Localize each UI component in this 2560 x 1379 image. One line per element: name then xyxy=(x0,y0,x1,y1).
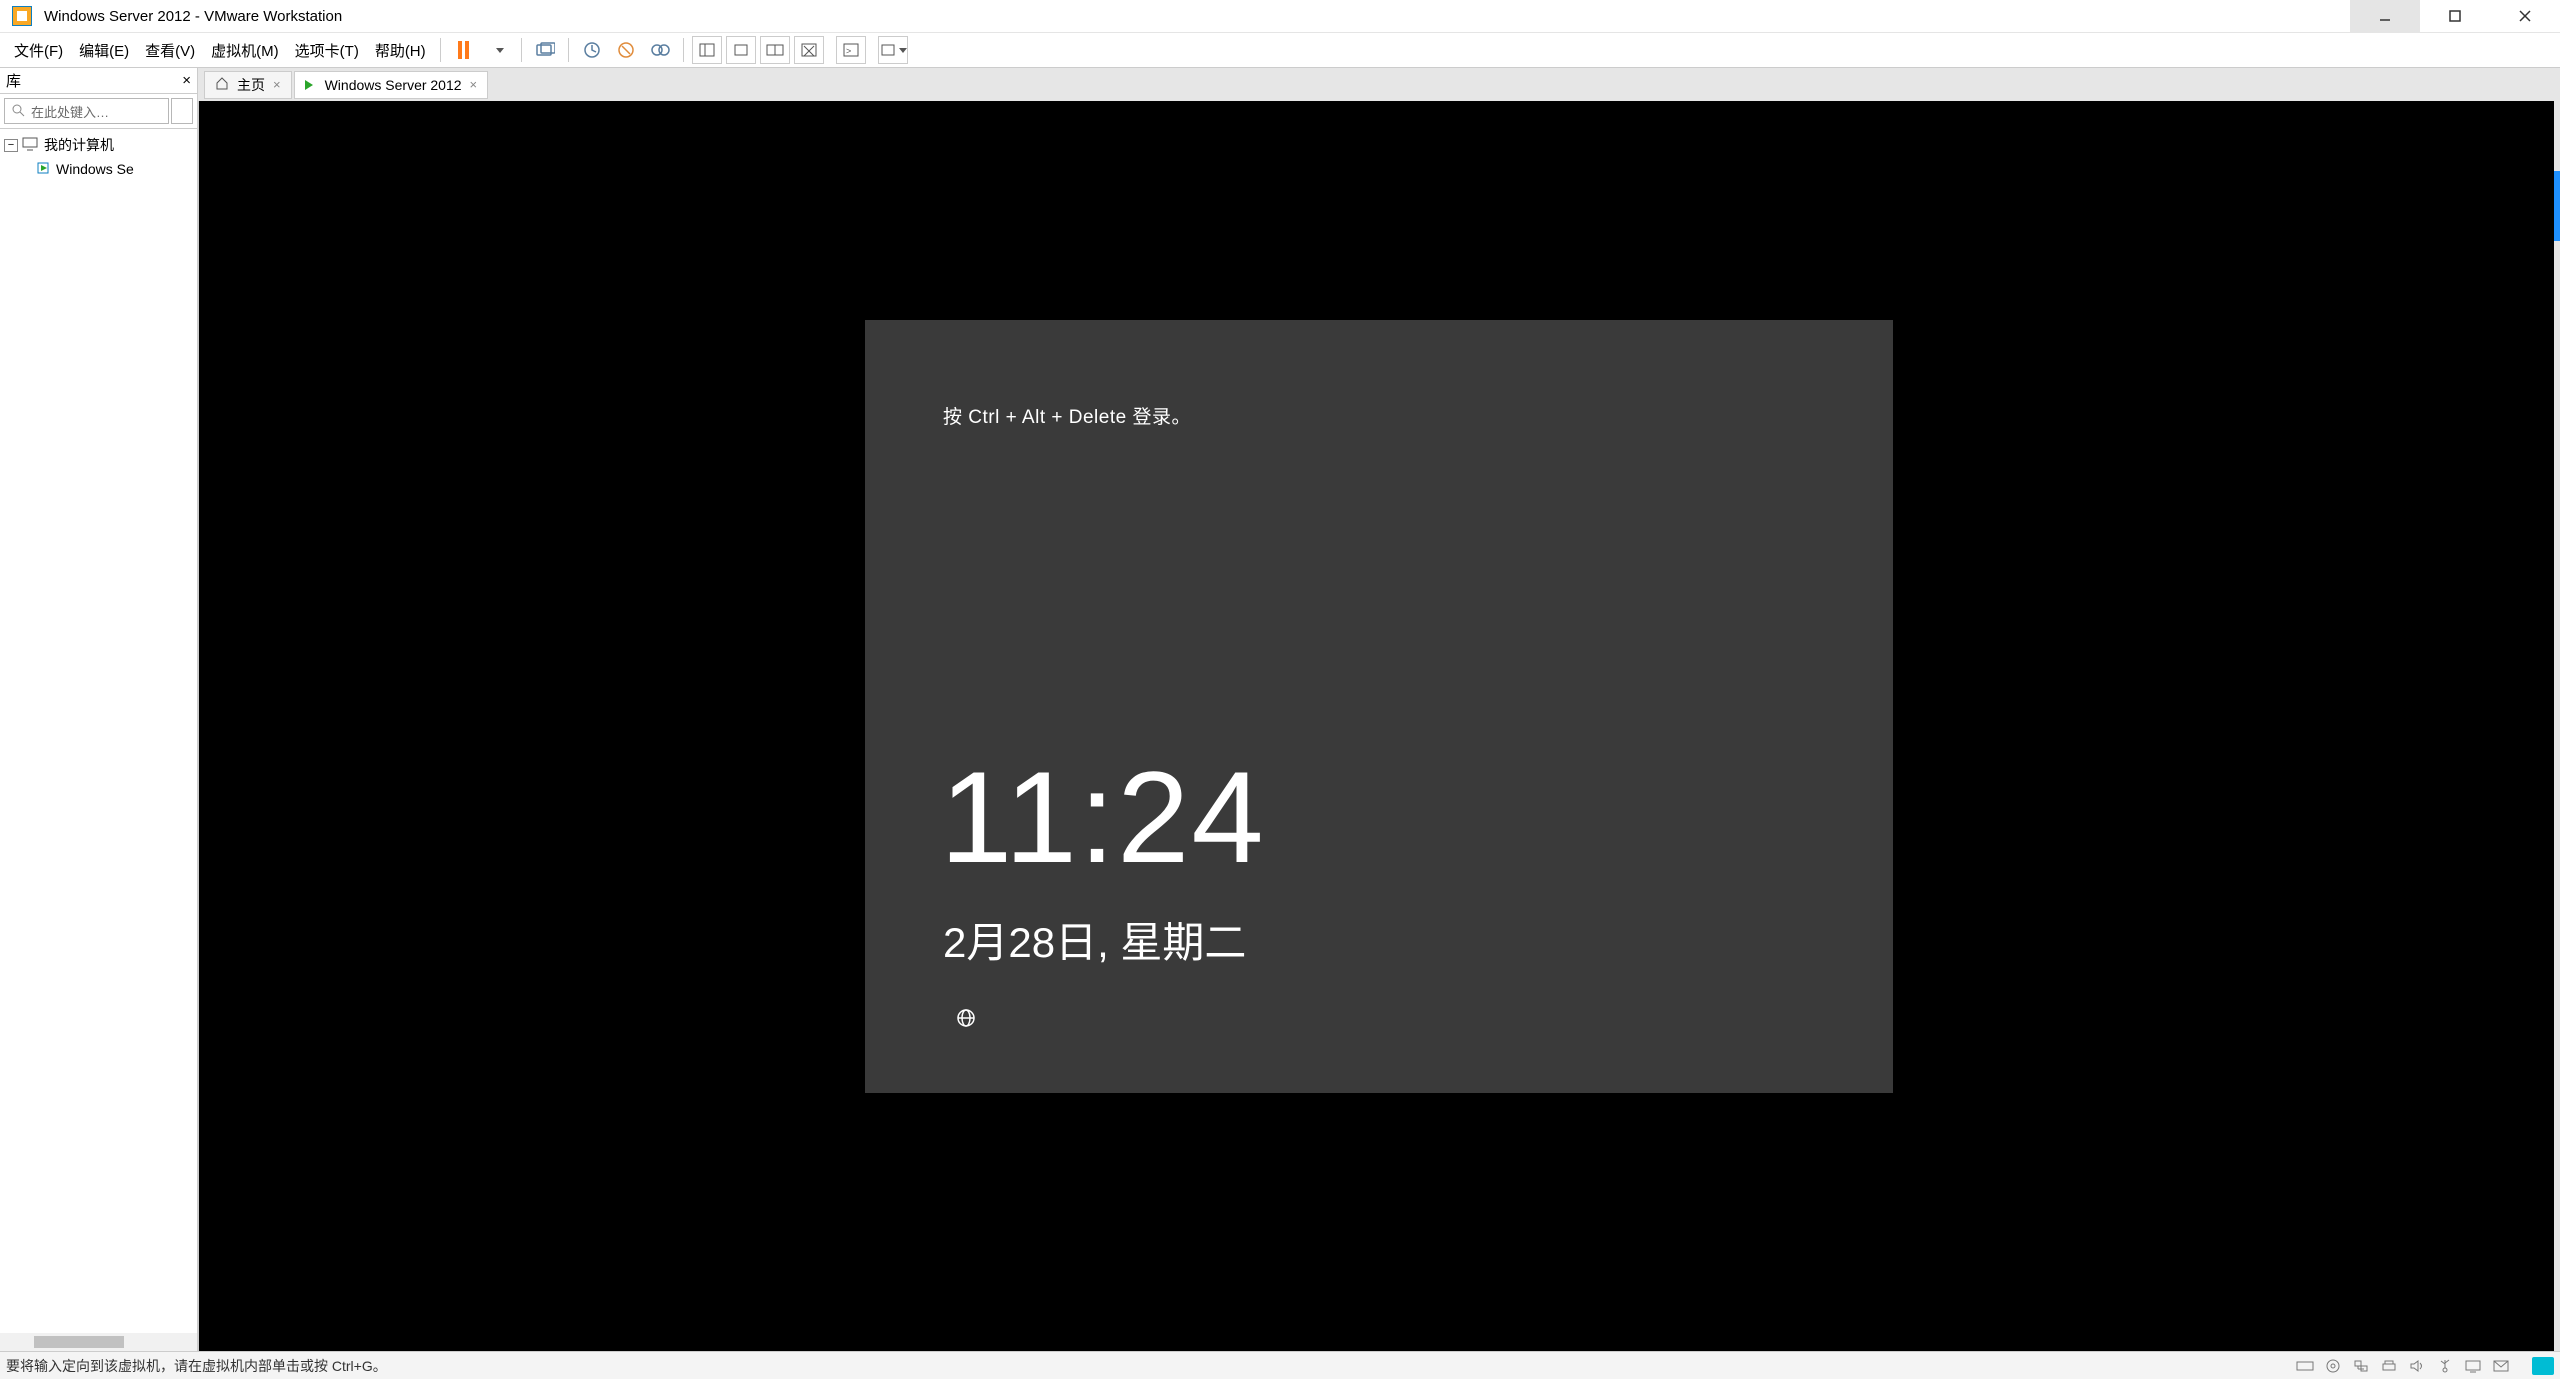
search-input[interactable]: 在此处键入… xyxy=(4,98,169,124)
console-button[interactable]: >_ xyxy=(836,36,866,64)
tree-root-label: 我的计算机 xyxy=(44,135,114,155)
status-printer-icon[interactable] xyxy=(2378,1357,2400,1375)
app-icon xyxy=(12,6,32,26)
tab-home[interactable]: 主页 × xyxy=(204,71,292,99)
power-dropdown[interactable] xyxy=(483,36,513,64)
collapse-icon[interactable] xyxy=(4,139,18,152)
snapshot-revert-button[interactable] xyxy=(611,36,641,64)
tab-bar: 主页 × Windows Server 2012 × xyxy=(198,68,2560,101)
search-icon xyxy=(11,103,25,120)
statusbar: 要将输入定向到该虚拟机，请在虚拟机内部单击或按 Ctrl+G。 xyxy=(0,1351,2560,1379)
search-placeholder: 在此处键入… xyxy=(31,102,109,121)
view-single-button[interactable] xyxy=(692,36,722,64)
status-network-icon[interactable] xyxy=(2350,1357,2372,1375)
tab-home-label: 主页 xyxy=(237,75,265,95)
tree-child[interactable]: Windows Se xyxy=(0,157,197,181)
sidebar-scrollbar[interactable] xyxy=(0,1333,197,1351)
status-usb-icon[interactable] xyxy=(2434,1357,2456,1375)
vm-viewport[interactable]: 按 Ctrl + Alt + Delete 登录。 11:24 2月28日, 星… xyxy=(198,101,2560,1351)
library-tree: 我的计算机 Windows Se xyxy=(0,129,197,185)
guest-lock-screen[interactable]: 按 Ctrl + Alt + Delete 登录。 11:24 2月28日, 星… xyxy=(865,320,1893,1093)
lock-date: 2月28日, 星期二 xyxy=(943,909,1246,970)
tab-vm-label: Windows Server 2012 xyxy=(325,77,462,93)
tree-child-label: Windows Se xyxy=(56,161,134,177)
minimize-button[interactable] xyxy=(2350,0,2420,33)
maximize-button[interactable] xyxy=(2420,0,2490,33)
status-sound-icon[interactable] xyxy=(2406,1357,2428,1375)
view-thumbnail-button[interactable] xyxy=(726,36,756,64)
menu-file[interactable]: 文件(F) xyxy=(6,36,71,65)
snapshot-manager-button[interactable] xyxy=(645,36,675,64)
menu-help[interactable]: 帮助(H) xyxy=(367,36,434,65)
network-icon xyxy=(955,1008,977,1033)
menu-tabs[interactable]: 选项卡(T) xyxy=(287,36,367,65)
vm-icon xyxy=(36,161,50,178)
computer-icon xyxy=(22,137,38,154)
status-indicator-icon[interactable] xyxy=(2532,1357,2554,1375)
main-area: 主页 × Windows Server 2012 × 按 Ctrl + Alt … xyxy=(198,68,2560,1351)
menu-vm[interactable]: 虚拟机(M) xyxy=(203,36,287,65)
sidebar-title: 库 xyxy=(6,70,21,91)
status-message: 要将输入定向到该虚拟机，请在虚拟机内部单击或按 Ctrl+G。 xyxy=(6,1356,387,1376)
status-message-icon[interactable] xyxy=(2490,1357,2512,1375)
search-dropdown[interactable] xyxy=(171,98,193,124)
svg-text:>_: >_ xyxy=(846,46,857,56)
tab-close-home[interactable]: × xyxy=(273,77,281,92)
send-cad-button[interactable] xyxy=(530,36,560,64)
menubar: 文件(F) 编辑(E) 查看(V) 虚拟机(M) 选项卡(T) 帮助(H) >_ xyxy=(0,33,2560,68)
view-multimon-button[interactable] xyxy=(760,36,790,64)
view-unity-button[interactable] xyxy=(794,36,824,64)
pause-icon xyxy=(458,41,469,59)
close-button[interactable] xyxy=(2490,0,2560,33)
tab-vm[interactable]: Windows Server 2012 × xyxy=(294,71,489,99)
fullscreen-button[interactable] xyxy=(878,36,908,64)
pause-button[interactable] xyxy=(449,36,479,64)
home-icon xyxy=(215,76,229,93)
tree-root[interactable]: 我的计算机 xyxy=(0,133,197,157)
menu-view[interactable]: 查看(V) xyxy=(137,36,203,65)
tab-close-vm[interactable]: × xyxy=(470,77,478,92)
status-cd-icon[interactable] xyxy=(2322,1357,2344,1375)
status-harddisk-icon[interactable] xyxy=(2294,1357,2316,1375)
menu-edit[interactable]: 编辑(E) xyxy=(71,36,137,65)
viewport-scrollbar[interactable] xyxy=(2554,101,2560,1351)
sidebar-close-button[interactable]: × xyxy=(182,72,191,89)
lock-prompt: 按 Ctrl + Alt + Delete 登录。 xyxy=(943,402,1191,429)
sidebar: 库 × 在此处键入… 我的计算机 Windows Se xyxy=(0,68,198,1351)
snapshot-button[interactable] xyxy=(577,36,607,64)
status-display-icon[interactable] xyxy=(2462,1357,2484,1375)
vm-running-icon xyxy=(305,77,317,93)
lock-clock: 11:24 xyxy=(940,752,1266,882)
status-icons xyxy=(2294,1357,2554,1375)
window-title: Windows Server 2012 - VMware Workstation xyxy=(44,8,2350,25)
titlebar: Windows Server 2012 - VMware Workstation xyxy=(0,0,2560,33)
sidebar-header: 库 × xyxy=(0,68,197,94)
